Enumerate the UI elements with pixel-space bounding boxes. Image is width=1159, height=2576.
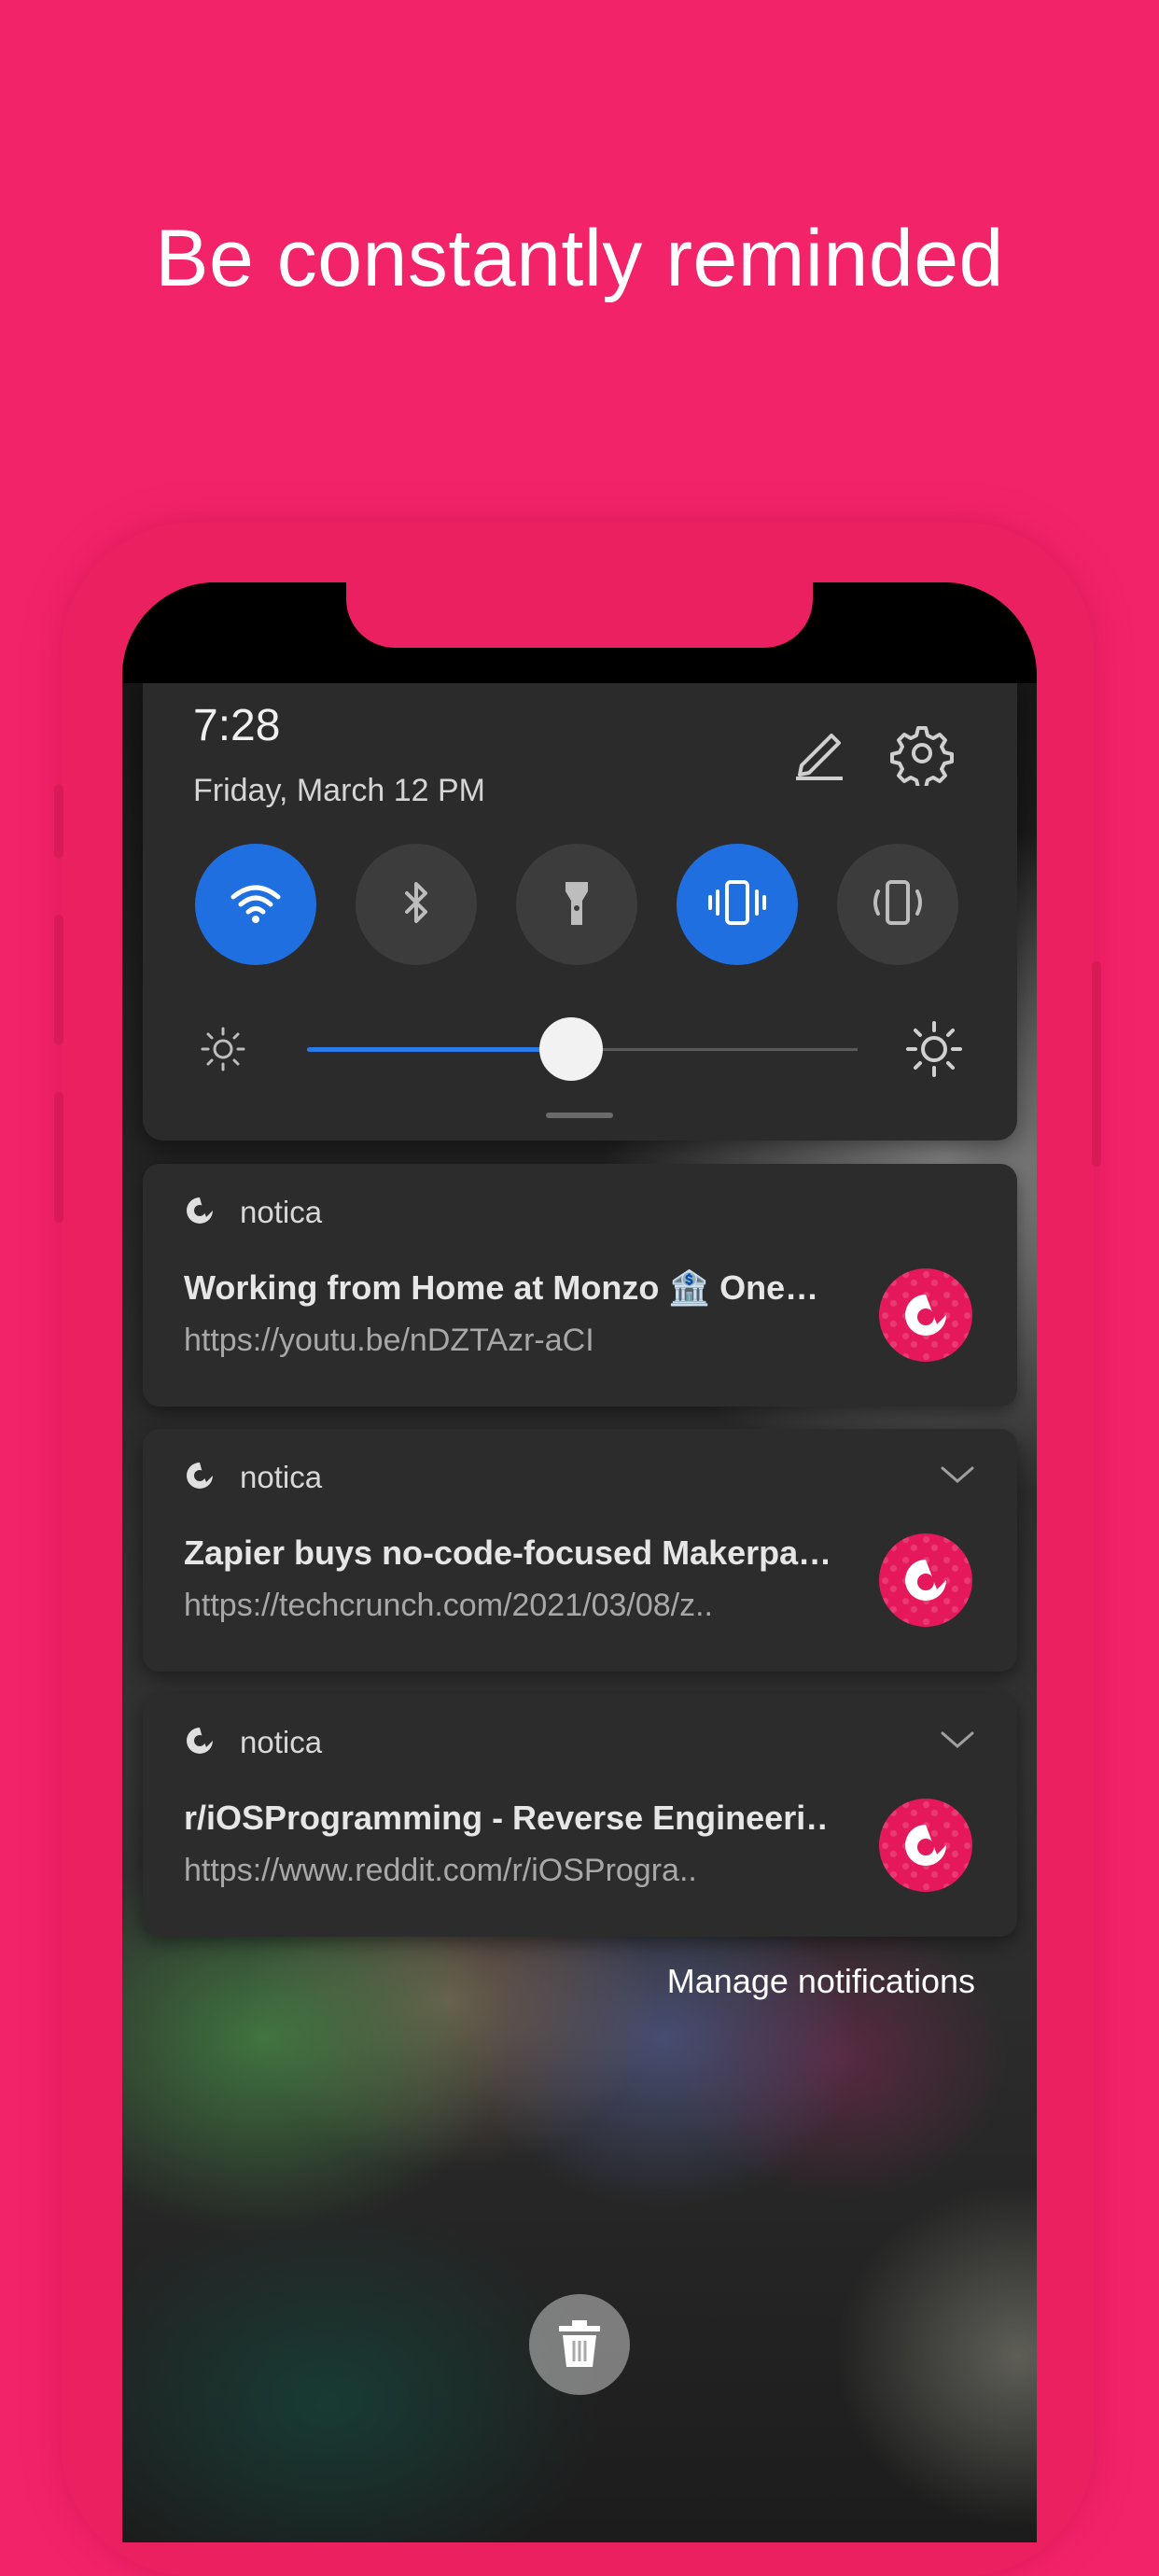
clear-all-button[interactable] <box>529 2294 630 2395</box>
phone-screen: 7:28 Friday, March 12 PM notica Working … <box>122 582 1037 2542</box>
notification-header: notica <box>184 1194 322 1231</box>
brightness-slider-thumb[interactable] <box>539 1017 604 1081</box>
notification-header: notica <box>184 1459 322 1496</box>
trash-icon <box>553 2315 606 2375</box>
notification-title: r/iOSProgramming - Reverse Engineeri… <box>184 1799 828 1837</box>
bluetooth-icon <box>386 873 446 937</box>
vibrate-icon <box>705 873 770 937</box>
headline: Be constantly reminded <box>155 214 1004 303</box>
bluetooth-tile[interactable] <box>356 844 477 965</box>
pencil-icon[interactable] <box>787 721 852 786</box>
app-name: notica <box>240 1195 323 1229</box>
notification-thumbnail <box>879 1268 972 1362</box>
flashlight-tile[interactable] <box>516 844 637 965</box>
chevron-down-icon[interactable] <box>939 1463 976 1491</box>
phone-volume-down <box>54 1092 63 1223</box>
notification-card[interactable]: notica Zapier buys no-code-focused Maker… <box>143 1429 1017 1672</box>
notica-app-icon <box>184 1725 216 1761</box>
notification-card[interactable]: notica r/iOSProgramming - Reverse Engine… <box>143 1694 1017 1937</box>
notch <box>346 582 813 648</box>
app-name: notica <box>240 1460 323 1494</box>
notica-app-icon <box>184 1195 216 1231</box>
phone-side-button <box>54 784 63 859</box>
quick-settings-panel: 7:28 Friday, March 12 PM <box>143 683 1017 1141</box>
notification-thumbnail <box>879 1533 972 1627</box>
notification-url: https://youtu.be/nDZTAzr-aCI <box>184 1323 594 1358</box>
phone-power-button <box>1092 961 1101 1167</box>
brightness-low-icon <box>195 1021 251 1082</box>
panel-drag-handle[interactable] <box>546 1113 613 1118</box>
flashlight-icon <box>547 873 607 937</box>
notification-url: https://techcrunch.com/2021/03/08/z.. <box>184 1588 713 1623</box>
notification-title: Working from Home at Monzo 🏦 One… <box>184 1268 819 1307</box>
clock-date: Friday, March 12 PM <box>193 773 486 808</box>
notification-thumbnail <box>879 1799 972 1892</box>
brightness-high-icon <box>902 1017 966 1085</box>
brightness-row <box>143 1012 1017 1086</box>
rotate-icon <box>865 873 930 937</box>
notification-url: https://www.reddit.com/r/iOSProgra.. <box>184 1853 697 1888</box>
wifi-icon <box>226 873 286 937</box>
app-name: notica <box>240 1725 323 1759</box>
wifi-tile[interactable] <box>195 844 316 965</box>
vibrate-tile[interactable] <box>677 844 798 965</box>
gear-icon[interactable] <box>889 721 955 790</box>
rotate-tile[interactable] <box>837 844 958 965</box>
notification-header: notica <box>184 1724 322 1761</box>
notification-title: Zapier buys no-code-focused Makerpa… <box>184 1533 828 1572</box>
clock-time: 7:28 <box>193 701 281 750</box>
chevron-down-icon[interactable] <box>939 1728 976 1757</box>
brightness-fill <box>307 1047 572 1052</box>
manage-notifications-button[interactable]: Manage notifications <box>667 1962 975 2001</box>
notica-app-icon <box>184 1460 216 1496</box>
notification-card[interactable]: notica Working from Home at Monzo 🏦 One…… <box>143 1164 1017 1407</box>
phone-volume-up <box>54 915 63 1045</box>
